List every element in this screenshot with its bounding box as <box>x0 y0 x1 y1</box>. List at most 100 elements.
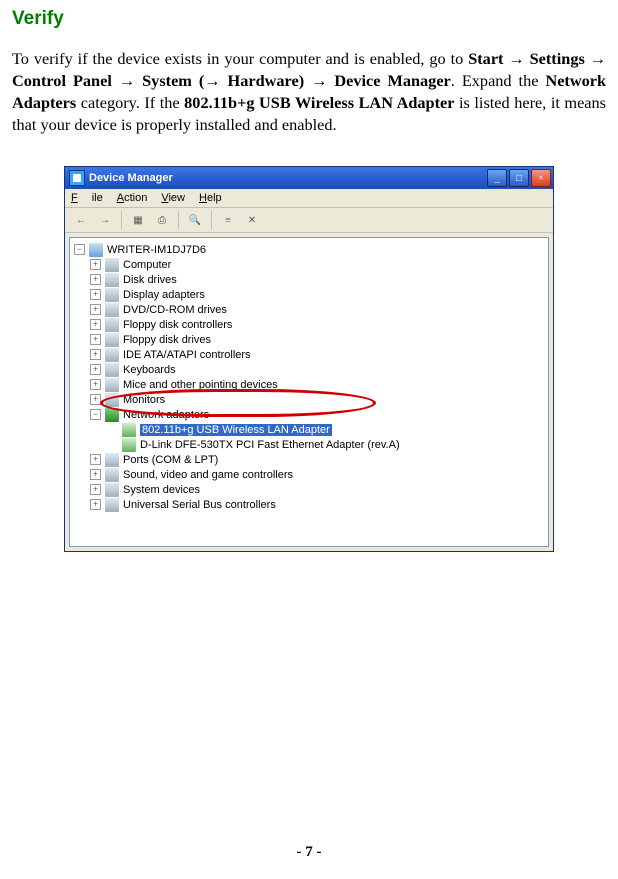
device-icon <box>105 483 119 497</box>
expand-icon[interactable] <box>90 289 101 300</box>
text: To verify if the device exists in your c… <box>12 49 468 68</box>
tree-item[interactable]: Mice and other pointing devices <box>74 377 548 392</box>
nic-icon <box>122 438 136 452</box>
device-icon <box>105 453 119 467</box>
selected-label: 802.11b+g USB Wireless LAN Adapter <box>140 424 332 436</box>
item-label: Display adapters <box>123 289 205 301</box>
item-label: Disk drives <box>123 274 177 286</box>
minimize-button[interactable]: _ <box>487 169 507 187</box>
device-icon <box>105 363 119 377</box>
expand-icon[interactable] <box>90 484 101 495</box>
expand-icon[interactable] <box>90 379 101 390</box>
arrow: → <box>585 49 606 68</box>
kw-start: Start <box>468 49 503 68</box>
root-label: WRITER-IM1DJ7D6 <box>107 244 206 256</box>
device-icon <box>105 393 119 407</box>
expand-icon[interactable] <box>90 394 101 405</box>
toolbar-button[interactable]: ⎙ <box>152 210 172 230</box>
nic-icon <box>122 423 136 437</box>
device-icon <box>105 468 119 482</box>
expand-icon[interactable] <box>90 454 101 465</box>
toolbar-button[interactable]: ≡ <box>218 210 238 230</box>
tree-item[interactable]: Sound, video and game controllers <box>74 467 548 482</box>
device-icon <box>105 288 119 302</box>
item-label: Floppy disk drives <box>123 334 211 346</box>
toolbar-button[interactable]: ▦ <box>128 210 148 230</box>
tree-root[interactable]: WRITER-IM1DJ7D6 <box>74 242 548 257</box>
tree-item[interactable]: Monitors <box>74 392 548 407</box>
tree-item[interactable]: Universal Serial Bus controllers <box>74 497 548 512</box>
tree-item[interactable]: Floppy disk drives <box>74 332 548 347</box>
tree-item[interactable]: Computer <box>74 257 548 272</box>
arrow: → <box>304 71 334 90</box>
text: category. If the <box>76 93 184 112</box>
item-label: Computer <box>123 259 171 271</box>
kw-hardware: Hardware) <box>221 71 305 90</box>
tree-item[interactable]: Display adapters <box>74 287 548 302</box>
item-label: Keyboards <box>123 364 176 376</box>
item-label: Universal Serial Bus controllers <box>123 499 276 511</box>
expand-icon[interactable] <box>90 364 101 375</box>
menu-view[interactable]: View <box>161 192 185 204</box>
collapse-icon[interactable] <box>74 244 85 255</box>
device-icon <box>105 303 119 317</box>
device-manager-window: Device Manager _ □ × File Action View He… <box>64 166 554 552</box>
device-icon <box>105 273 119 287</box>
expand-icon[interactable] <box>90 259 101 270</box>
tree-item[interactable]: IDE ATA/ATAPI controllers <box>74 347 548 362</box>
item-label: IDE ATA/ATAPI controllers <box>123 349 251 361</box>
item-label: Sound, video and game controllers <box>123 469 293 481</box>
tree-item[interactable]: Floppy disk controllers <box>74 317 548 332</box>
tree-item[interactable]: Disk drives <box>74 272 548 287</box>
device-icon <box>105 318 119 332</box>
toolbar: ▦ ⎙ 🔍 ≡ ✕ <box>65 208 553 233</box>
item-label: Floppy disk controllers <box>123 319 232 331</box>
toolbar-button[interactable]: 🔍 <box>185 210 205 230</box>
tree-item-selected-adapter[interactable]: 802.11b+g USB Wireless LAN Adapter <box>74 422 548 437</box>
text: . Expand the <box>451 71 546 90</box>
kw-adapter-name: 802.11b+g USB Wireless LAN Adapter <box>184 93 454 112</box>
computer-icon <box>89 243 103 257</box>
expand-icon[interactable] <box>90 334 101 345</box>
menu-help[interactable]: Help <box>199 192 222 204</box>
collapse-icon[interactable] <box>90 409 101 420</box>
kw-control-panel: Control Panel <box>12 71 112 90</box>
item-label: Network adapters <box>123 409 209 421</box>
device-tree[interactable]: WRITER-IM1DJ7D6 Computer Disk drives Dis… <box>69 237 549 547</box>
kw-settings: Settings <box>530 49 585 68</box>
expand-icon[interactable] <box>90 469 101 480</box>
menu-action[interactable]: Action <box>117 192 148 204</box>
back-button[interactable] <box>71 210 91 230</box>
device-icon <box>105 258 119 272</box>
arrow: → <box>503 49 529 68</box>
device-icon <box>105 498 119 512</box>
expand-icon[interactable] <box>90 274 101 285</box>
titlebar: Device Manager _ □ × <box>65 167 553 189</box>
item-label: System devices <box>123 484 200 496</box>
expand-icon[interactable] <box>90 499 101 510</box>
section-heading: Verify <box>12 8 606 30</box>
expand-icon[interactable] <box>90 349 101 360</box>
kw-device-manager: Device Manager <box>334 71 450 90</box>
tree-item-nic[interactable]: D-Link DFE-530TX PCI Fast Ethernet Adapt… <box>74 437 548 452</box>
tree-item[interactable]: Keyboards <box>74 362 548 377</box>
item-label: Ports (COM & LPT) <box>123 454 218 466</box>
expand-icon[interactable] <box>90 319 101 330</box>
device-icon <box>105 348 119 362</box>
app-icon <box>69 170 85 186</box>
arrow-bold: → <box>204 71 220 90</box>
tree-item[interactable]: System devices <box>74 482 548 497</box>
item-label: DVD/CD-ROM drives <box>123 304 227 316</box>
maximize-button[interactable]: □ <box>509 169 529 187</box>
body-paragraph: To verify if the device exists in your c… <box>12 48 606 136</box>
kw-system: System ( <box>142 71 204 90</box>
close-button[interactable]: × <box>531 169 551 187</box>
forward-button[interactable] <box>95 210 115 230</box>
toolbar-button[interactable]: ✕ <box>242 210 262 230</box>
expand-icon[interactable] <box>90 304 101 315</box>
tree-item-network-adapters[interactable]: Network adapters <box>74 407 548 422</box>
tree-item[interactable]: DVD/CD-ROM drives <box>74 302 548 317</box>
device-icon <box>105 333 119 347</box>
menu-file[interactable]: File <box>71 192 103 204</box>
tree-item[interactable]: Ports (COM & LPT) <box>74 452 548 467</box>
